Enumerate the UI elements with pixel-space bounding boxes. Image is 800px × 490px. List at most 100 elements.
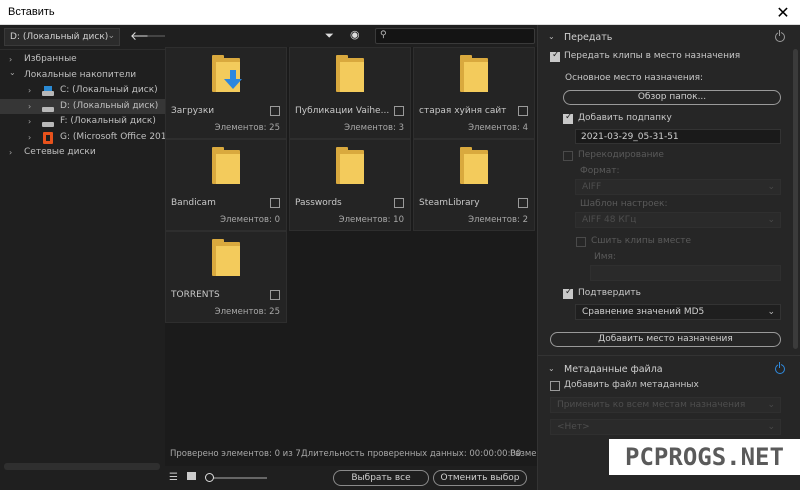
folder-name: TORRENTS <box>171 290 220 300</box>
content-toolbar: ⏷ ◉ ⚲ <box>165 25 537 47</box>
metadata-section-header[interactable]: ⌄ Метаданные файла <box>538 360 800 380</box>
content-bottom-bar: ☰ Выбрать все Отменить выбор <box>165 466 537 490</box>
format-value: AIFF <box>582 182 602 192</box>
name-label: Имя: <box>594 252 616 262</box>
search-icon: ⚲ <box>380 30 387 40</box>
folder-checkbox[interactable] <box>270 106 280 116</box>
folder-checkbox[interactable] <box>270 198 280 208</box>
apply-all-dropdown[interactable]: Применить ко всем местам назначения ⌄ <box>550 397 781 413</box>
format-label: Формат: <box>580 166 620 176</box>
folder-name: SteamLibrary <box>419 198 480 208</box>
add-metadata-checkbox[interactable] <box>550 381 560 391</box>
filter-icon[interactable]: ⏷ <box>325 29 334 43</box>
metadata-file-dropdown[interactable]: <Нет> ⌄ <box>550 419 781 435</box>
folder-checkbox[interactable] <box>394 106 404 116</box>
windows-drive-icon <box>42 86 54 96</box>
close-icon[interactable]: ✕ <box>766 0 800 25</box>
office-icon <box>43 131 53 144</box>
folder-tile[interactable]: SteamLibrary Элементов: 2 <box>413 139 535 231</box>
tree-item-drive-f[interactable]: › F: (Локальный диск) <box>0 114 165 130</box>
preset-dropdown[interactable]: AIFF 48 КГц ⌄ <box>575 212 781 228</box>
folder-checkbox[interactable] <box>270 290 280 300</box>
tree-item-local-drives[interactable]: ⌄ Локальные накопители <box>0 68 165 84</box>
folder-checkbox[interactable] <box>518 106 528 116</box>
watermark-logo: PCPROGS.NET <box>609 439 800 475</box>
add-destination-button[interactable]: Добавить место назначения <box>550 332 781 347</box>
transfer-checkbox[interactable] <box>550 50 560 62</box>
cancel-selection-button[interactable]: Отменить выбор <box>433 470 527 486</box>
eye-icon[interactable]: ◉ <box>350 28 360 41</box>
transcode-label: Перекодирование <box>578 150 664 160</box>
forward-arrow-icon[interactable]: 🡒 <box>146 28 178 44</box>
tree-item-label: D: (Локальный диск) <box>60 100 159 111</box>
zoom-slider-handle[interactable] <box>205 473 214 482</box>
chevron-right-icon[interactable]: › <box>28 83 31 99</box>
thumbnail-view-icon[interactable] <box>187 472 196 480</box>
select-all-button[interactable]: Выбрать все <box>333 470 429 486</box>
folder-icon <box>336 55 364 92</box>
list-view-icon[interactable]: ☰ <box>169 472 178 483</box>
folder-checkbox[interactable] <box>394 198 404 208</box>
drive-dropdown[interactable]: D: (Локальный диск) ⌄ <box>4 28 120 46</box>
item-count: Элементов: 0 <box>220 215 280 225</box>
folder-icon <box>212 239 240 276</box>
transfer-checkbox-label: Передать клипы в место назначения <box>564 51 741 61</box>
stitch-name-field[interactable] <box>590 265 781 281</box>
chevron-down-icon: ⌄ <box>767 400 775 410</box>
folder-checkbox[interactable] <box>518 198 528 208</box>
vertical-scrollbar[interactable] <box>793 49 798 349</box>
folder-tile[interactable]: старая хуйня сайт Элементов: 4 <box>413 47 535 139</box>
power-icon[interactable] <box>775 362 785 374</box>
chevron-down-icon[interactable]: ⌄ <box>9 65 16 81</box>
chevron-right-icon[interactable]: › <box>9 145 12 161</box>
tree-item-label: Избранные <box>24 54 77 64</box>
back-arrow-icon[interactable]: 🡐 <box>130 28 162 44</box>
chevron-down-icon: ⌄ <box>767 182 775 192</box>
search-input[interactable]: ⚲ <box>375 28 535 44</box>
folder-name: Публикации Vaihe... <box>295 106 390 116</box>
tree-item-label: Сетевые диски <box>24 147 96 157</box>
tree-item-drive-d[interactable]: › D: (Локальный диск) <box>0 98 165 115</box>
drive-icon <box>42 117 54 127</box>
folder-name: Passwords <box>295 198 342 208</box>
folder-tile[interactable]: TORRENTS Элементов: 25 <box>165 231 287 323</box>
transcode-checkbox[interactable] <box>563 151 573 161</box>
chevron-right-icon[interactable]: › <box>28 114 31 130</box>
tree-item-drive-g[interactable]: › G: (Microsoft Office 2019) <box>0 130 176 146</box>
chevron-right-icon[interactable]: › <box>28 99 31 115</box>
tree-item-favorites[interactable]: › Избранные <box>0 52 165 68</box>
apply-all-value: Применить ко всем местам назначения <box>557 400 746 410</box>
verify-method-dropdown[interactable]: Сравнение значений MD5 ⌄ <box>575 304 781 320</box>
checked-duration: Длительность проверенных данных: 00:00:0… <box>301 449 522 459</box>
horizontal-scrollbar[interactable] <box>4 463 160 470</box>
folder-tile[interactable]: Публикации Vaihe... Элементов: 3 <box>289 47 411 139</box>
folder-tile[interactable]: Passwords Элементов: 10 <box>289 139 411 231</box>
stitch-clips-label: Сшить клипы вместе <box>591 236 692 246</box>
folder-name: старая хуйня сайт <box>419 106 507 116</box>
add-subfolder-checkbox[interactable] <box>563 112 573 124</box>
folder-tile[interactable]: Bandicam Элементов: 0 <box>165 139 287 231</box>
item-count: Элементов: 2 <box>468 215 528 225</box>
item-count: Элементов: 25 <box>214 123 280 133</box>
folder-icon <box>212 147 240 184</box>
format-dropdown[interactable]: AIFF ⌄ <box>575 179 781 195</box>
tree-item-label: F: (Локальный диск) <box>60 116 156 126</box>
section-title: Метаданные файла <box>564 364 663 375</box>
folder-tile[interactable]: Загрузки Элементов: 25 <box>165 47 287 139</box>
downloads-folder-icon <box>212 55 242 92</box>
tree-item-network[interactable]: › Сетевые диски <box>0 145 165 161</box>
chevron-down-icon[interactable]: ⌄ <box>548 32 555 41</box>
transfer-section-header[interactable]: ⌄ Передать <box>538 28 800 48</box>
chevron-down-icon[interactable]: ⌄ <box>548 364 555 373</box>
power-icon[interactable] <box>775 30 785 42</box>
chevron-right-icon[interactable]: › <box>28 130 31 146</box>
browse-folders-button[interactable]: Обзор папок... <box>563 90 781 105</box>
tree-item-drive-c[interactable]: › C: (Локальный диск) <box>0 83 165 99</box>
window-title: Вставить <box>8 6 55 18</box>
subfolder-name-field[interactable]: 2021-03-29_05-31-51 <box>575 129 781 144</box>
folder-name: Загрузки <box>171 106 215 116</box>
section-title: Передать <box>564 32 613 43</box>
zoom-slider[interactable] <box>209 477 267 479</box>
stitch-clips-checkbox[interactable] <box>576 237 586 247</box>
verify-checkbox[interactable] <box>563 287 573 299</box>
